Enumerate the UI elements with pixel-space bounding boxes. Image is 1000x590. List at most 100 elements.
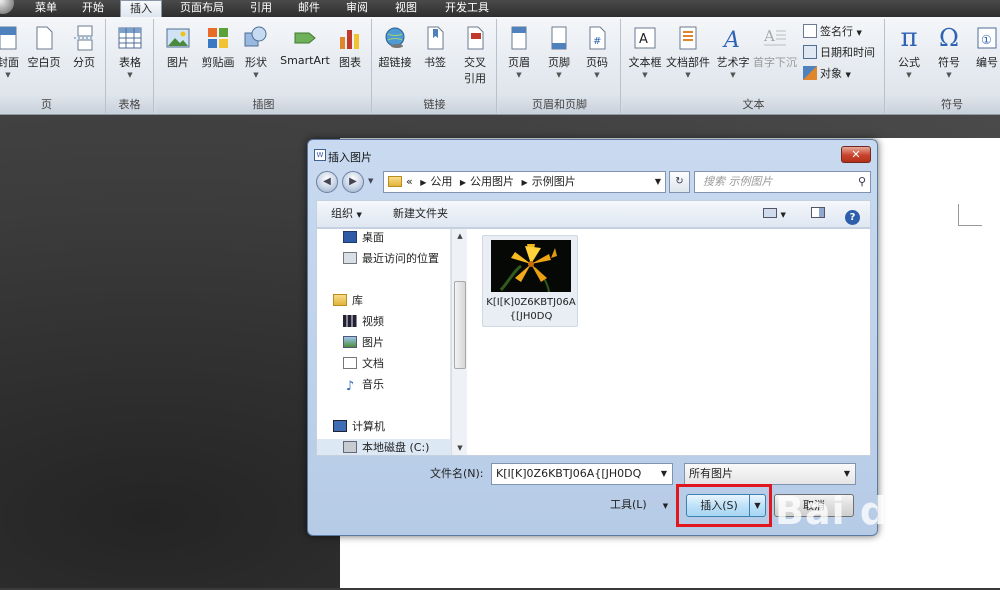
cover-page-icon <box>0 26 17 50</box>
numbering-label: 编号 <box>976 56 998 69</box>
tools-label: 工具(L) <box>610 498 647 511</box>
drop-cap-icon: A <box>763 27 786 46</box>
chart-label: 图表 <box>339 56 361 69</box>
tools-button[interactable]: 工具(L) ▼ <box>610 494 668 517</box>
ribbon: 封面 ▼ 空白页 分页 页 表格 ▼ 表格 图片 剪贴画 形状 ▼ SmartA… <box>0 17 1000 115</box>
tree-item-library[interactable]: 库 <box>333 292 363 310</box>
tab-view[interactable]: 视图 <box>385 0 427 17</box>
signature-line-button[interactable]: 签名行 ▼ <box>803 23 862 41</box>
tree-scrollbar[interactable]: ▲ ▼ <box>451 229 467 455</box>
picture-button[interactable]: 图片 <box>158 23 198 89</box>
header-icon <box>511 26 527 50</box>
dropdown-arrow-icon: ▼ <box>662 502 669 510</box>
chart-button[interactable]: 图表 <box>330 23 370 89</box>
dropdown-arrow-icon[interactable]: ▼ <box>656 464 672 484</box>
numbering-button[interactable]: ① 编号 <box>967 23 1000 89</box>
cross-reference-button[interactable]: 交叉 引用 <box>455 23 495 89</box>
smartart-button[interactable]: SmartArt <box>278 23 332 89</box>
tree-item-music[interactable]: ♪ 音乐 <box>343 376 384 394</box>
tab-developer[interactable]: 开发工具 <box>434 0 500 17</box>
hyperlink-button[interactable]: 超链接 <box>375 23 415 89</box>
picture-label: 图片 <box>167 56 189 69</box>
tree-item-recent[interactable]: 最近访问的位置 <box>343 250 439 268</box>
textbox-button[interactable]: A 文本框 ▼ <box>625 23 665 89</box>
new-folder-button[interactable]: 新建文件夹 <box>393 201 448 227</box>
address-bar[interactable]: « ▶ 公用 ▶ 公用图片 ▶ 示例图片 ▼ <box>383 171 666 193</box>
table-button[interactable]: 表格 ▼ <box>110 23 150 89</box>
tree-item-computer[interactable]: 计算机 <box>333 418 385 436</box>
tree-label: 库 <box>352 294 363 307</box>
tree-item-desktop[interactable]: 桌面 <box>343 229 384 247</box>
wordart-icon: A <box>722 28 740 51</box>
preview-pane-button[interactable] <box>811 201 825 227</box>
omega-icon: Ω <box>939 24 959 52</box>
office-button-icon[interactable] <box>0 0 14 14</box>
header-button[interactable]: 页眉 ▼ <box>499 23 539 89</box>
dropdown-arrow-icon: ▼ <box>516 71 522 79</box>
scroll-up-icon[interactable]: ▲ <box>452 229 468 243</box>
table-label: 表格 <box>119 56 141 69</box>
cover-label: 封面 <box>0 56 19 69</box>
change-view-button[interactable]: ▼ <box>763 201 786 227</box>
scrollbar-thumb[interactable] <box>454 281 466 369</box>
page-number-label: 页码 <box>586 56 608 69</box>
lily-flower-image <box>491 240 571 292</box>
tab-mailings[interactable]: 邮件 <box>288 0 330 17</box>
recent-pages-dropdown-icon[interactable]: ▼ <box>368 177 373 185</box>
shapes-button[interactable]: 形状 ▼ <box>236 23 276 89</box>
tab-references[interactable]: 引用 <box>240 0 282 17</box>
search-icon[interactable]: ⚲ <box>858 172 866 192</box>
drop-cap-button[interactable]: A 首字下沉 <box>751 23 799 89</box>
address-overflow-chevron[interactable]: « <box>406 175 413 188</box>
object-button[interactable]: 对象 ▼ <box>803 65 851 83</box>
symbol-button[interactable]: Ω 符号 ▼ <box>929 23 969 89</box>
tab-insert[interactable]: 插入 <box>120 0 162 18</box>
breadcrumb-sample-pictures[interactable]: 示例图片 <box>532 175 576 188</box>
page-corner-mark <box>958 204 982 226</box>
bookmark-icon <box>427 26 444 50</box>
group-table-title: 表格 <box>106 97 153 113</box>
clipart-button[interactable]: 剪贴画 <box>198 23 238 89</box>
tree-item-pictures[interactable]: 图片 <box>343 334 384 352</box>
file-item[interactable]: K[I[K]0Z6KBTJ06A{[JH0DQ <box>482 235 578 327</box>
scroll-down-icon[interactable]: ▼ <box>452 441 468 455</box>
date-time-button[interactable]: 日期和时间 <box>803 44 875 62</box>
svg-text:#: # <box>593 36 601 47</box>
filename-input[interactable]: K[I[K]0Z6KBTJ06A{[JH0DQ ▼ <box>491 463 673 485</box>
tab-menu[interactable]: 菜单 <box>24 0 68 17</box>
svg-text:A: A <box>763 27 775 45</box>
quick-parts-button[interactable]: 文档部件 ▼ <box>665 23 711 89</box>
quick-parts-icon <box>679 26 697 50</box>
refresh-button[interactable]: ↻ <box>669 171 690 193</box>
refresh-icon: ↻ <box>675 176 684 187</box>
tab-home[interactable]: 开始 <box>70 0 116 17</box>
footer-button[interactable]: 页脚 ▼ <box>539 23 579 89</box>
breadcrumb-public[interactable]: 公用 <box>430 175 452 188</box>
bookmark-button[interactable]: 书签 <box>415 23 455 89</box>
equation-button[interactable]: π 公式 ▼ <box>889 23 929 89</box>
tree-item-documents[interactable]: 文档 <box>343 355 384 373</box>
search-box[interactable]: 搜索 示例图片 ⚲ <box>694 171 871 193</box>
group-table: 表格 ▼ 表格 <box>106 19 154 113</box>
organize-button[interactable]: 组织 ▼ <box>331 201 362 227</box>
group-links: 超链接 书签 交叉 引用 链接 <box>373 19 497 113</box>
tab-page-layout[interactable]: 页面布局 <box>168 0 236 17</box>
close-button[interactable]: ✕ <box>841 146 871 163</box>
wordart-button[interactable]: A 艺术字 ▼ <box>713 23 753 89</box>
forward-button[interactable]: ▶ <box>342 171 364 193</box>
group-text-title: 文本 <box>623 97 884 113</box>
tree-item-videos[interactable]: 视频 <box>343 313 384 331</box>
baidu-watermark: Bai du 经验 jingyan.baidu.com <box>775 478 1000 588</box>
page-number-button[interactable]: # 页码 ▼ <box>577 23 617 89</box>
tab-review[interactable]: 审阅 <box>336 0 378 17</box>
ribbon-tab-bar: 菜单 开始 插入 页面布局 引用 邮件 审阅 视图 开发工具 <box>0 0 1000 18</box>
help-button[interactable]: ? <box>845 201 860 227</box>
blank-page-button[interactable]: 空白页 <box>24 23 64 89</box>
tree-item-local-disk[interactable]: 本地磁盘 (C:) <box>317 439 450 455</box>
address-dropdown-icon[interactable]: ▼ <box>655 172 661 192</box>
back-button[interactable]: ◀ <box>316 171 338 193</box>
hyperlink-globe-icon <box>385 27 405 48</box>
page-break-button[interactable]: 分页 <box>64 23 104 89</box>
document-icon <box>343 357 357 369</box>
breadcrumb-public-pictures[interactable]: 公用图片 <box>470 175 514 188</box>
